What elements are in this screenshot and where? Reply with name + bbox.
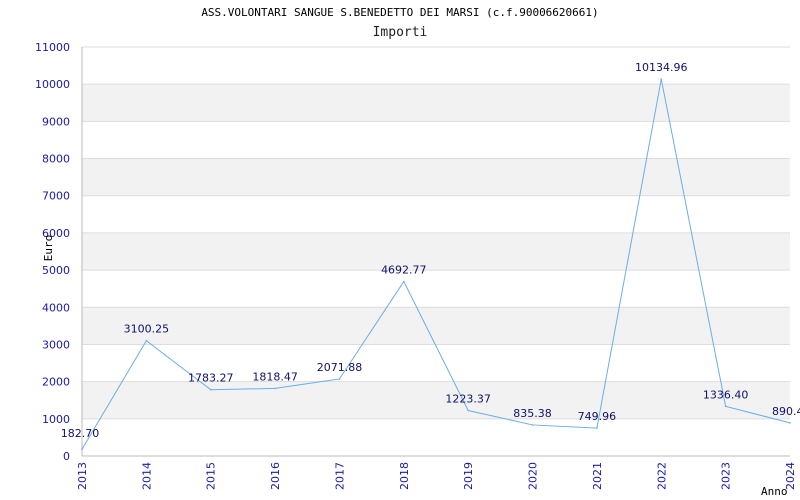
data-label: 890.4 xyxy=(772,405,800,418)
y-tick-label: 11000 xyxy=(35,41,70,54)
data-point xyxy=(531,424,534,426)
data-point xyxy=(274,387,276,390)
data-point xyxy=(209,388,212,391)
data-label: 1336.40 xyxy=(703,388,749,401)
data-label: 4692.77 xyxy=(381,264,427,277)
grid-band xyxy=(82,381,790,419)
data-point xyxy=(596,427,598,429)
y-tick-label: 2000 xyxy=(42,376,70,389)
data-label: 182.70 xyxy=(61,427,100,440)
y-tick-label: 10000 xyxy=(35,78,70,91)
grid-bands xyxy=(82,84,790,419)
data-point xyxy=(338,378,341,380)
y-tick-label: 8000 xyxy=(42,153,70,166)
grid-band xyxy=(82,232,790,271)
data-point xyxy=(660,78,663,80)
x-tick-label: 2013 xyxy=(76,462,89,490)
data-point xyxy=(724,405,727,408)
line-chart: 0100020003000400050006000700080009000100… xyxy=(35,41,800,498)
grid-band xyxy=(82,84,790,122)
y-tick-label: 0 xyxy=(63,450,70,463)
y-axis-label: Euro xyxy=(42,235,55,262)
x-tick-label: 2017 xyxy=(333,462,346,490)
data-label: 3100.25 xyxy=(124,323,170,336)
x-tick-label: 2016 xyxy=(269,462,282,490)
x-tick-label: 2020 xyxy=(527,462,540,490)
x-tick-label: 2023 xyxy=(720,462,733,490)
data-label: 835.38 xyxy=(513,407,552,420)
y-tick-label: 7000 xyxy=(42,190,70,203)
grid-band xyxy=(82,307,790,345)
data-label: 749.96 xyxy=(578,410,617,423)
y-tick-label: 4000 xyxy=(42,301,70,314)
x-tick-label: 2014 xyxy=(140,462,153,490)
data-label: 2071.88 xyxy=(317,361,363,374)
data-point xyxy=(81,448,83,451)
data-point xyxy=(789,422,791,424)
y-tick-label: 9000 xyxy=(42,115,70,128)
x-axis-label: Anno xyxy=(761,485,788,498)
x-tick-labels: 2013 2014 2015 2016 2017 2018 2019 2020 2021 2022… xyxy=(76,462,797,490)
data-point xyxy=(467,409,469,412)
x-tick-label: 2021 xyxy=(591,462,604,490)
x-tick-label: 2019 xyxy=(462,462,475,490)
y-tick-label: 5000 xyxy=(42,264,70,277)
data-label: 10134.96 xyxy=(635,61,688,74)
x-tick-label: 2022 xyxy=(655,462,668,490)
data-label: 1818.47 xyxy=(252,370,298,383)
x-tick-label: 2018 xyxy=(398,462,411,490)
data-point xyxy=(145,339,148,342)
data-label: 1783.27 xyxy=(188,372,234,385)
data-label: 1223.37 xyxy=(445,393,491,406)
y-tick-label: 3000 xyxy=(42,338,70,351)
y-tick-label: 1000 xyxy=(42,413,70,426)
data-point xyxy=(403,280,405,283)
grid-band xyxy=(82,158,790,196)
x-tick-label: 2015 xyxy=(205,462,218,490)
